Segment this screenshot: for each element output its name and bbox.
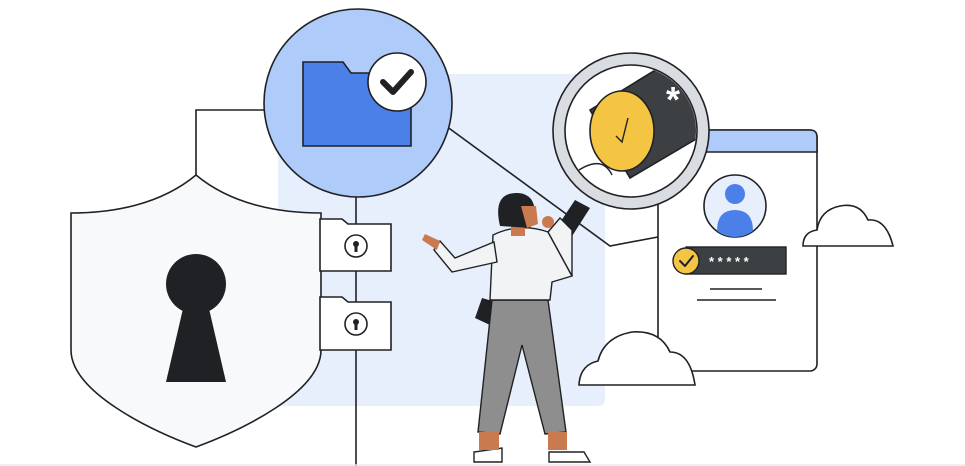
padlock-tag-2 xyxy=(319,296,392,351)
padlock-tag-1 xyxy=(319,218,392,272)
padlock-icon xyxy=(344,234,368,258)
user-avatar-icon xyxy=(703,174,767,238)
shield-icon xyxy=(70,173,322,448)
security-illustration: * * * * * * xyxy=(0,0,965,466)
illustration-canvas: * * * * * * xyxy=(0,8,965,466)
folder-badge xyxy=(263,8,453,198)
password-field: * * * * * xyxy=(672,246,787,275)
checkmark-icon xyxy=(672,247,700,275)
password-mask: * * * * * xyxy=(709,254,750,269)
checkmark-icon xyxy=(367,52,427,112)
padlock-icon xyxy=(344,312,368,336)
